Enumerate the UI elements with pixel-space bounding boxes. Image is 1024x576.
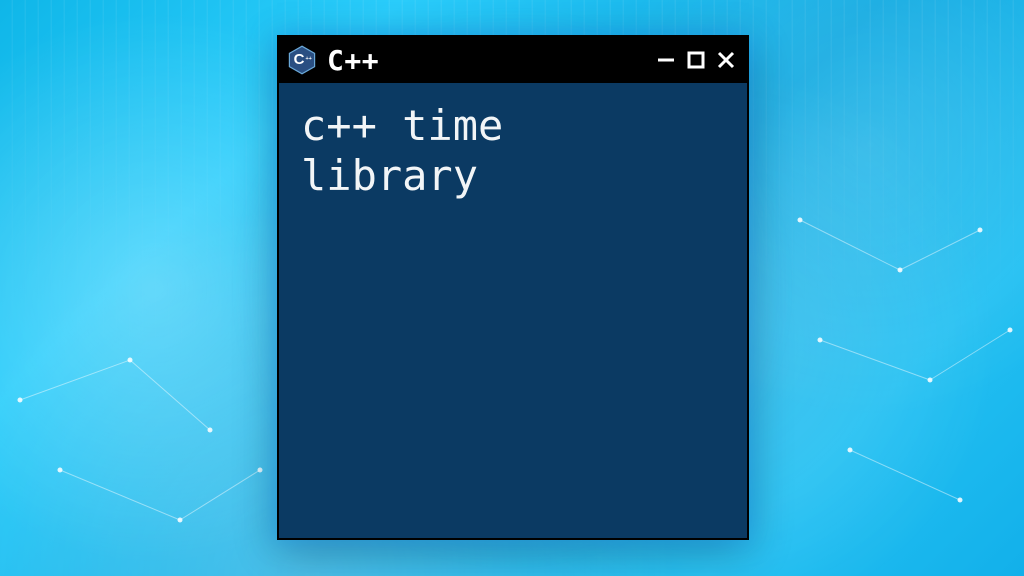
terminal-content: c++ time library bbox=[279, 83, 747, 218]
minimize-icon bbox=[656, 50, 676, 70]
terminal-window: C ++ C++ c++ time library bbox=[277, 35, 749, 540]
close-button[interactable] bbox=[715, 49, 737, 71]
cpp-logo-icon: C ++ bbox=[287, 45, 317, 75]
minimize-button[interactable] bbox=[655, 49, 677, 71]
window-controls bbox=[655, 49, 737, 71]
svg-text:++: ++ bbox=[305, 56, 311, 62]
maximize-icon bbox=[687, 51, 705, 69]
window-title: C++ bbox=[327, 44, 379, 77]
maximize-button[interactable] bbox=[685, 49, 707, 71]
titlebar[interactable]: C ++ C++ bbox=[279, 37, 747, 83]
svg-text:C: C bbox=[294, 51, 305, 68]
close-icon bbox=[716, 50, 736, 70]
